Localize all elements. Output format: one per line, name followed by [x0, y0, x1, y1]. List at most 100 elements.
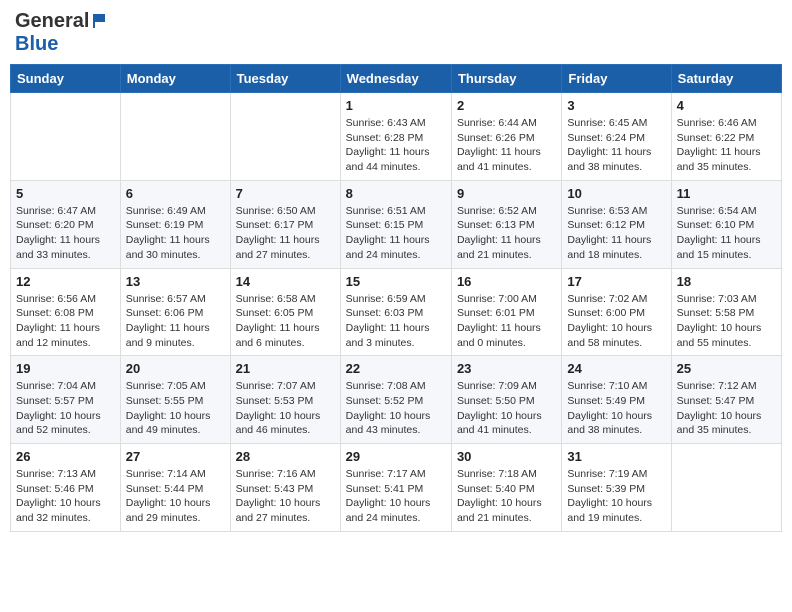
day-number: 15 — [346, 274, 446, 289]
calendar-cell: 3Sunrise: 6:45 AM Sunset: 6:24 PM Daylig… — [562, 93, 671, 181]
weekday-header-monday: Monday — [120, 65, 230, 93]
calendar-cell: 9Sunrise: 6:52 AM Sunset: 6:13 PM Daylig… — [451, 180, 561, 268]
calendar-cell — [671, 444, 781, 532]
calendar-cell: 7 Sunrise: 6:50 AM Sunset: 6:17 PM Daylig… — [230, 180, 340, 268]
calendar-table: SundayMondayTuesdayWednesdayThursdayFrid… — [10, 64, 782, 532]
day-info: Sunrise: 7:09 AM Sunset: 5:50 PM Dayligh… — [457, 379, 556, 438]
day-number: 12 — [16, 274, 115, 289]
weekday-header-tuesday: Tuesday — [230, 65, 340, 93]
day-number: 4 — [677, 98, 776, 113]
day-number: 30 — [457, 449, 556, 464]
day-info: Sunrise: 7:14 AM Sunset: 5:44 PM Dayligh… — [126, 467, 225, 526]
calendar-cell: 18Sunrise: 7:03 AM Sunset: 5:58 PM Dayli… — [671, 268, 781, 356]
day-info: Sunrise: 6:45 AM Sunset: 6:24 PM Dayligh… — [567, 116, 665, 175]
calendar-cell: 10 Sunrise: 6:53 AM Sunset: 6:12 PM Dayli… — [562, 180, 671, 268]
weekday-header-saturday: Saturday — [671, 65, 781, 93]
calendar-cell: 2Sunrise: 6:44 AM Sunset: 6:26 PM Daylig… — [451, 93, 561, 181]
day-number: 23 — [457, 361, 556, 376]
logo-general: General — [15, 10, 89, 33]
day-number: 1 — [346, 98, 446, 113]
calendar-cell: 11 Sunrise: 6:54 AM Sunset: 6:10 PM Dayli… — [671, 180, 781, 268]
calendar-cell: 26 Sunrise: 7:13 AM Sunset: 5:46 PM Dayli… — [11, 444, 121, 532]
day-info: Sunrise: 7:04 AM Sunset: 5:57 PM Dayligh… — [16, 379, 115, 438]
calendar-cell — [120, 93, 230, 181]
calendar-cell: 19 Sunrise: 7:04 AM Sunset: 5:57 PM Dayli… — [11, 356, 121, 444]
calendar-cell: 14 Sunrise: 6:58 AM Sunset: 6:05 PM Dayli… — [230, 268, 340, 356]
day-number: 9 — [457, 186, 556, 201]
day-info: Sunrise: 7:19 AM Sunset: 5:39 PM Dayligh… — [567, 467, 665, 526]
day-info: Sunrise: 7:16 AM Sunset: 5:43 PM Dayligh… — [236, 467, 335, 526]
day-number: 26 — [16, 449, 115, 464]
day-number: 8 — [346, 186, 446, 201]
calendar-cell: 31 Sunrise: 7:19 AM Sunset: 5:39 PM Dayli… — [562, 444, 671, 532]
calendar-cell: 28 Sunrise: 7:16 AM Sunset: 5:43 PM Dayli… — [230, 444, 340, 532]
calendar-cell — [11, 93, 121, 181]
page-header: General Blue — [10, 10, 782, 56]
weekday-header-sunday: Sunday — [11, 65, 121, 93]
calendar-cell: 15 Sunrise: 6:59 AM Sunset: 6:03 PM Dayli… — [340, 268, 451, 356]
calendar-cell: 24Sunrise: 7:10 AM Sunset: 5:49 PM Dayli… — [562, 356, 671, 444]
day-number: 6 — [126, 186, 225, 201]
day-info: Sunrise: 7:13 AM Sunset: 5:46 PM Dayligh… — [16, 467, 115, 526]
calendar-cell: 30Sunrise: 7:18 AM Sunset: 5:40 PM Dayli… — [451, 444, 561, 532]
calendar-cell: 1 Sunrise: 6:43 AM Sunset: 6:28 PM Daylig… — [340, 93, 451, 181]
day-number: 19 — [16, 361, 115, 376]
day-number: 14 — [236, 274, 335, 289]
day-number: 18 — [677, 274, 776, 289]
calendar-cell: 23 Sunrise: 7:09 AM Sunset: 5:50 PM Dayli… — [451, 356, 561, 444]
day-number: 20 — [126, 361, 225, 376]
weekday-header-friday: Friday — [562, 65, 671, 93]
day-info: Sunrise: 6:51 AM Sunset: 6:15 PM Dayligh… — [346, 204, 446, 263]
day-info: Sunrise: 6:53 AM Sunset: 6:12 PM Dayligh… — [567, 204, 665, 263]
day-info: Sunrise: 6:56 AM Sunset: 6:08 PM Dayligh… — [16, 292, 115, 351]
calendar-cell: 12 Sunrise: 6:56 AM Sunset: 6:08 PM Dayli… — [11, 268, 121, 356]
day-number: 29 — [346, 449, 446, 464]
day-number: 16 — [457, 274, 556, 289]
day-info: Sunrise: 6:43 AM Sunset: 6:28 PM Dayligh… — [346, 116, 446, 175]
calendar-cell: 16 Sunrise: 7:00 AM Sunset: 6:01 PM Dayli… — [451, 268, 561, 356]
calendar-week-row: 1 Sunrise: 6:43 AM Sunset: 6:28 PM Daylig… — [11, 93, 782, 181]
calendar-week-row: 26 Sunrise: 7:13 AM Sunset: 5:46 PM Dayli… — [11, 444, 782, 532]
day-info: Sunrise: 7:08 AM Sunset: 5:52 PM Dayligh… — [346, 379, 446, 438]
day-number: 10 — [567, 186, 665, 201]
day-number: 5 — [16, 186, 115, 201]
calendar-cell: 25Sunrise: 7:12 AM Sunset: 5:47 PM Dayli… — [671, 356, 781, 444]
day-number: 24 — [567, 361, 665, 376]
logo: General Blue — [15, 10, 107, 56]
day-info: Sunrise: 7:00 AM Sunset: 6:01 PM Dayligh… — [457, 292, 556, 351]
day-number: 27 — [126, 449, 225, 464]
calendar-cell: 21Sunrise: 7:07 AM Sunset: 5:53 PM Dayli… — [230, 356, 340, 444]
calendar-cell: 4 Sunrise: 6:46 AM Sunset: 6:22 PM Daylig… — [671, 93, 781, 181]
day-number: 31 — [567, 449, 665, 464]
calendar-week-row: 5 Sunrise: 6:47 AM Sunset: 6:20 PM Daylig… — [11, 180, 782, 268]
day-info: Sunrise: 6:54 AM Sunset: 6:10 PM Dayligh… — [677, 204, 776, 263]
day-number: 11 — [677, 186, 776, 201]
day-info: Sunrise: 7:02 AM Sunset: 6:00 PM Dayligh… — [567, 292, 665, 351]
weekday-header-wednesday: Wednesday — [340, 65, 451, 93]
day-info: Sunrise: 6:46 AM Sunset: 6:22 PM Dayligh… — [677, 116, 776, 175]
calendar-cell: 22Sunrise: 7:08 AM Sunset: 5:52 PM Dayli… — [340, 356, 451, 444]
day-info: Sunrise: 6:59 AM Sunset: 6:03 PM Dayligh… — [346, 292, 446, 351]
day-info: Sunrise: 6:44 AM Sunset: 6:26 PM Dayligh… — [457, 116, 556, 175]
weekday-header-row: SundayMondayTuesdayWednesdayThursdayFrid… — [11, 65, 782, 93]
day-number: 25 — [677, 361, 776, 376]
day-info: Sunrise: 6:49 AM Sunset: 6:19 PM Dayligh… — [126, 204, 225, 263]
weekday-header-thursday: Thursday — [451, 65, 561, 93]
day-info: Sunrise: 7:17 AM Sunset: 5:41 PM Dayligh… — [346, 467, 446, 526]
day-info: Sunrise: 6:58 AM Sunset: 6:05 PM Dayligh… — [236, 292, 335, 351]
logo-blue: Blue — [15, 33, 58, 56]
calendar-cell: 8 Sunrise: 6:51 AM Sunset: 6:15 PM Daylig… — [340, 180, 451, 268]
day-number: 13 — [126, 274, 225, 289]
calendar-week-row: 12 Sunrise: 6:56 AM Sunset: 6:08 PM Dayli… — [11, 268, 782, 356]
day-info: Sunrise: 6:47 AM Sunset: 6:20 PM Dayligh… — [16, 204, 115, 263]
calendar-cell: 20Sunrise: 7:05 AM Sunset: 5:55 PM Dayli… — [120, 356, 230, 444]
calendar-cell: 13Sunrise: 6:57 AM Sunset: 6:06 PM Dayli… — [120, 268, 230, 356]
day-number: 7 — [236, 186, 335, 201]
calendar-cell — [230, 93, 340, 181]
day-info: Sunrise: 6:50 AM Sunset: 6:17 PM Dayligh… — [236, 204, 335, 263]
calendar-cell: 17Sunrise: 7:02 AM Sunset: 6:00 PM Dayli… — [562, 268, 671, 356]
day-number: 28 — [236, 449, 335, 464]
day-info: Sunrise: 7:07 AM Sunset: 5:53 PM Dayligh… — [236, 379, 335, 438]
calendar-cell: 29 Sunrise: 7:17 AM Sunset: 5:41 PM Dayli… — [340, 444, 451, 532]
calendar-cell: 27 Sunrise: 7:14 AM Sunset: 5:44 PM Dayli… — [120, 444, 230, 532]
